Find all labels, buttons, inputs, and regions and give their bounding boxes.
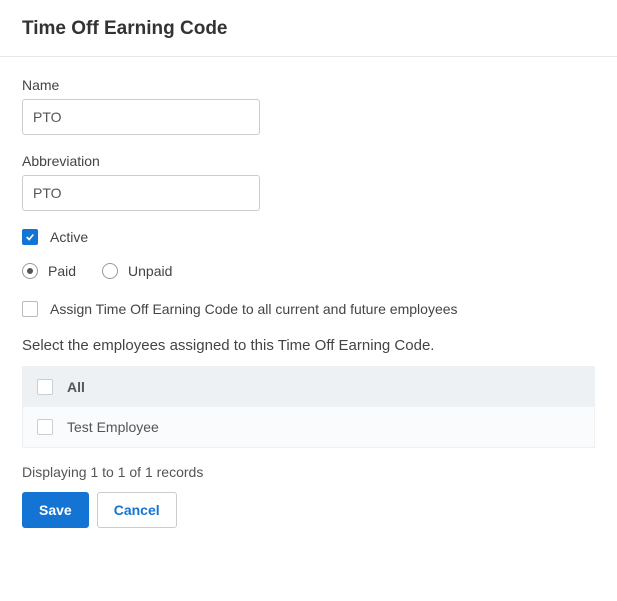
form-body: Name Abbreviation Active Paid Unpaid Ass…: [0, 57, 617, 538]
button-row: Save Cancel: [22, 492, 595, 528]
abbreviation-field-group: Abbreviation: [22, 153, 595, 211]
pay-type-group: Paid Unpaid: [22, 263, 595, 279]
name-field-group: Name: [22, 77, 595, 135]
assign-all-row: Assign Time Off Earning Code to all curr…: [22, 301, 595, 317]
save-button[interactable]: Save: [22, 492, 89, 528]
paid-radio-option[interactable]: Paid: [22, 263, 76, 279]
assign-all-checkbox[interactable]: [22, 301, 38, 317]
assign-all-label: Assign Time Off Earning Code to all curr…: [50, 301, 458, 317]
employee-row-checkbox[interactable]: [37, 419, 53, 435]
page-title: Time Off Earning Code: [22, 18, 595, 40]
unpaid-label: Unpaid: [128, 263, 172, 279]
abbreviation-input[interactable]: [22, 175, 260, 211]
unpaid-radio-option[interactable]: Unpaid: [102, 263, 172, 279]
active-row: Active: [22, 229, 595, 245]
cancel-button[interactable]: Cancel: [97, 492, 177, 528]
employees-header-all-label: All: [67, 379, 85, 395]
name-label: Name: [22, 77, 595, 93]
active-checkbox[interactable]: [22, 229, 38, 245]
page-header: Time Off Earning Code: [0, 0, 617, 57]
paid-label: Paid: [48, 263, 76, 279]
unpaid-radio: [102, 263, 118, 279]
records-count-text: Displaying 1 to 1 of 1 records: [22, 464, 595, 480]
employees-table: All Test Employee: [22, 366, 595, 448]
select-all-checkbox[interactable]: [37, 379, 53, 395]
name-input[interactable]: [22, 99, 260, 135]
paid-radio: [22, 263, 38, 279]
employee-row-name: Test Employee: [67, 419, 159, 435]
checkmark-icon: [25, 232, 35, 242]
employee-row: Test Employee: [23, 407, 594, 447]
employees-header-row: All: [23, 367, 594, 407]
employees-subheading: Select the employees assigned to this Ti…: [22, 337, 595, 354]
abbreviation-label: Abbreviation: [22, 153, 595, 169]
active-label: Active: [50, 229, 88, 245]
